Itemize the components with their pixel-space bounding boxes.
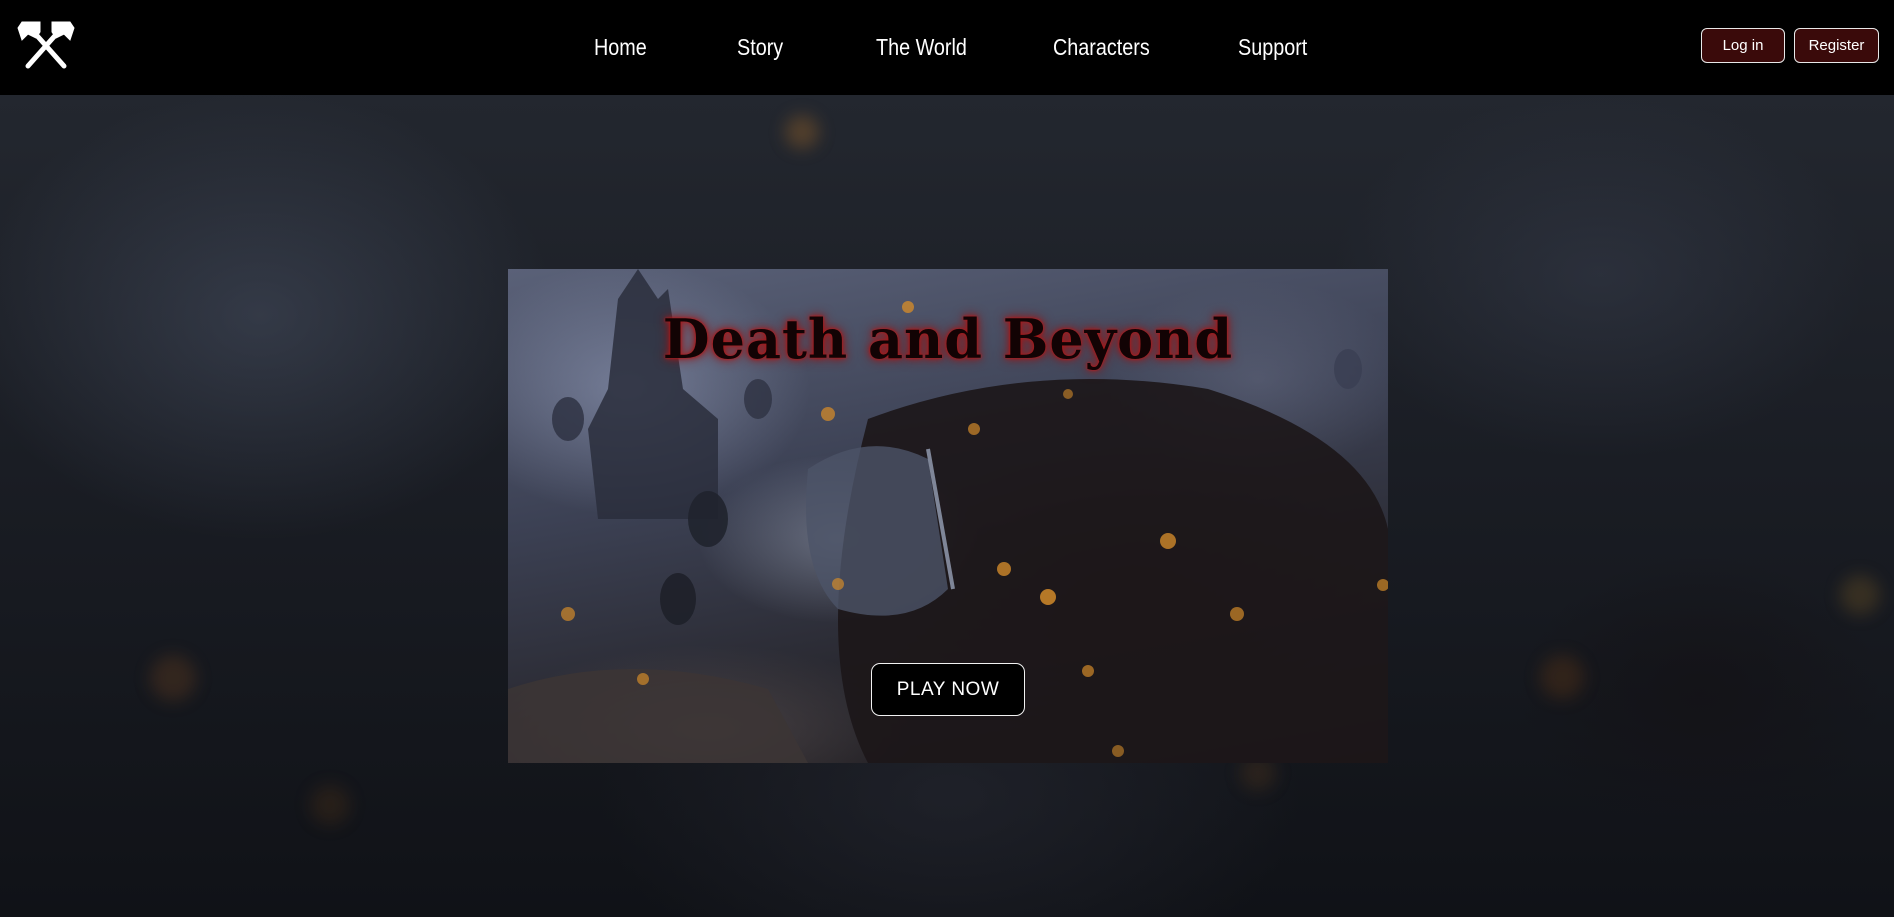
nav-home-link[interactable]: Home	[594, 30, 647, 64]
ember-glow	[310, 785, 350, 825]
top-navigation-bar: Home Story The World Characters Support …	[0, 0, 1894, 95]
nav-the-world-link[interactable]: The World	[876, 30, 967, 64]
nav-story-link[interactable]: Story	[737, 30, 783, 64]
ember-glow	[150, 655, 196, 701]
ember-glow	[1840, 575, 1880, 615]
register-button[interactable]: Register	[1794, 28, 1879, 63]
nav-support-link[interactable]: Support	[1238, 30, 1307, 64]
login-button[interactable]: Log in	[1701, 28, 1785, 63]
hero-banner: Death and Beyond PLAY NOW	[508, 269, 1388, 763]
play-now-button[interactable]: PLAY NOW	[871, 663, 1025, 716]
nav-characters-link[interactable]: Characters	[1053, 30, 1150, 64]
game-title: Death and Beyond	[662, 307, 1234, 371]
ember-glow	[785, 115, 819, 149]
ember-glow	[1540, 655, 1584, 699]
main-nav: Home Story The World Characters Support	[0, 0, 1894, 95]
